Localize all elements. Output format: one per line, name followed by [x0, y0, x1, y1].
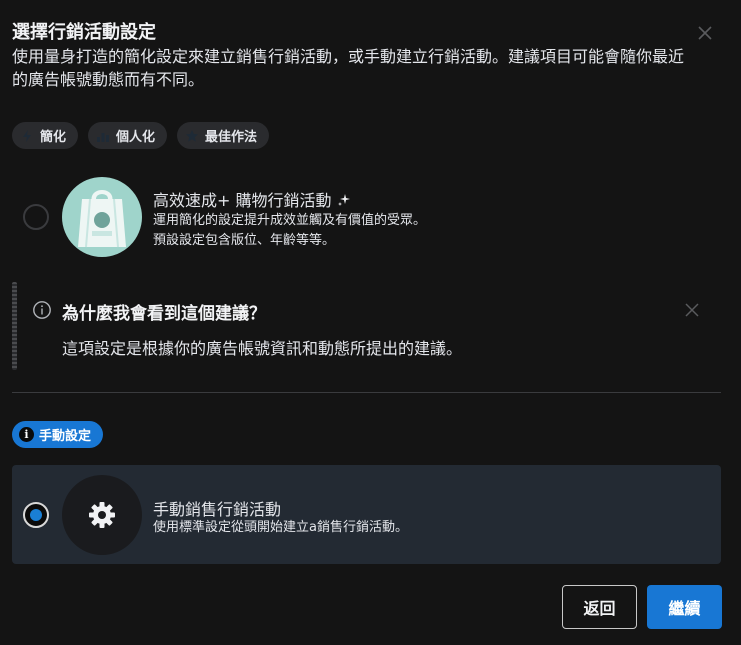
gear-icon	[62, 475, 142, 555]
manual-setup-badge-label: 手動設定	[39, 429, 92, 444]
back-button[interactable]: 返回	[562, 585, 637, 629]
manual-setup-badge: i 手動設定	[12, 421, 104, 448]
tag-label: 個人化	[116, 130, 156, 145]
dismiss-icon[interactable]	[682, 300, 702, 320]
tag-label: 簡化	[40, 130, 67, 145]
continue-button[interactable]: 繼續	[647, 585, 722, 629]
star-icon	[186, 129, 199, 142]
tag-personalized: 個人化	[88, 122, 168, 149]
option-manual-card[interactable]: 手動銷售行銷活動 使用標準設定從頭開始建立a銷售行銷活動。	[12, 465, 721, 564]
tag-list: 簡化 個人化 最佳作法	[12, 122, 270, 149]
option-manual-desc: 使用標準設定從頭開始建立a銷售行銷活動。	[153, 520, 408, 535]
tag-simplified: 簡化	[12, 122, 79, 149]
dialog-subtitle: 使用量身打造的簡化設定來建立銷售行銷活動，或手動建立行銷活動。建議項目可能會隨你…	[12, 47, 685, 89]
option-advantage-radio[interactable]	[23, 204, 49, 230]
option-advantage-desc-line1: 運用簡化的設定提升成效並觸及有價值的受眾。	[153, 213, 427, 228]
bar-chart-icon	[97, 132, 110, 142]
lightning-icon	[23, 129, 31, 142]
divider	[12, 392, 721, 393]
tag-label: 最佳作法	[205, 130, 258, 145]
option-advantage-desc: 運用簡化的設定提升成效並觸及有價值的受眾。 預設設定包含版位、年齡等等。	[153, 211, 426, 251]
option-manual-radio[interactable]	[23, 502, 49, 528]
option-advantage-desc-line2: 預設設定包含版位、年齡等等。	[153, 233, 336, 248]
shopping-bag-icon	[62, 177, 142, 257]
close-icon[interactable]	[694, 22, 716, 44]
tag-best-practice: 最佳作法	[177, 122, 270, 149]
info-icon: i	[19, 427, 34, 442]
info-icon	[32, 300, 52, 320]
dialog-title: 選擇行銷活動設定	[12, 22, 156, 43]
why-suggestion-box: 為什麼我會看到這個建議？ 這項設定是根據你的廣告帳號資訊和動態所提出的建議。	[12, 282, 720, 370]
sparkle-icon	[337, 194, 350, 206]
why-box-bar	[12, 282, 17, 370]
why-suggestion-title: 為什麼我會看到這個建議？	[62, 304, 266, 324]
why-suggestion-body: 這項設定是根據你的廣告帳號資訊和動態所提出的建議。	[62, 339, 463, 358]
option-advantage-title: 高效速成+ 購物行銷活動	[153, 187, 351, 211]
option-manual-title: 手動銷售行銷活動	[153, 500, 282, 519]
